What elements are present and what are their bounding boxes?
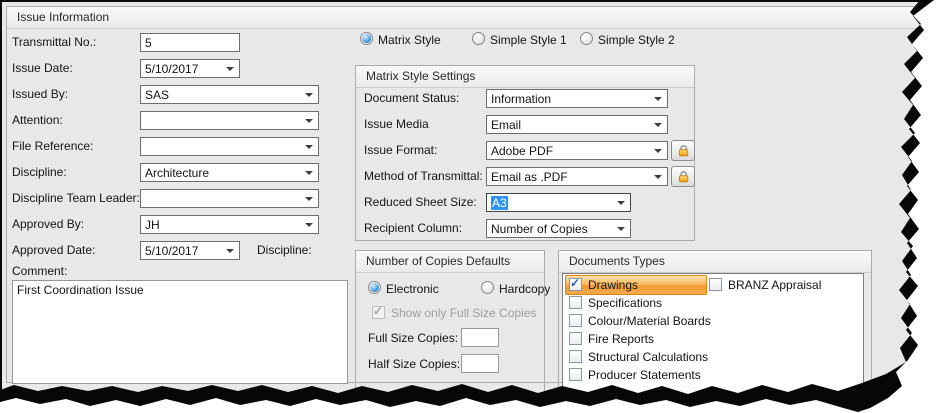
structural-calculations-label[interactable]: Structural Calculations <box>588 350 708 364</box>
comment-label: Comment: <box>12 264 68 278</box>
documents-types-header: Documents Types <box>559 251 871 273</box>
method-of-transmittal-lock-button[interactable] <box>671 166 695 187</box>
checkmark-icon: ✓ <box>373 304 384 318</box>
chevron-down-icon[interactable] <box>654 175 662 179</box>
colour-material-boards-label[interactable]: Colour/Material Boards <box>588 314 711 328</box>
chevron-down-icon[interactable] <box>305 119 313 123</box>
issue-date-dropdown[interactable]: 5/10/2017 <box>140 59 240 78</box>
branz-appraisal-checkbox[interactable] <box>709 278 722 291</box>
issue-information-screenshot: Issue Information Transmittal No.: 5 Iss… <box>0 0 950 413</box>
lock-icon <box>678 171 688 183</box>
lock-icon <box>678 145 688 157</box>
issue-media-label: Issue Media <box>364 117 429 131</box>
number-of-copies-defaults-header: Number of Copies Defaults <box>356 251 544 273</box>
comment-textarea[interactable]: First Coordination Issue <box>12 280 348 384</box>
chevron-down-icon[interactable] <box>305 223 313 227</box>
matrix-style-label: Matrix Style <box>378 33 441 47</box>
chevron-down-icon[interactable] <box>654 149 662 153</box>
chevron-down-icon[interactable] <box>305 171 313 175</box>
method-of-transmittal-dropdown[interactable]: Email as .PDF <box>486 167 668 186</box>
colour-material-boards-checkbox[interactable] <box>569 314 582 327</box>
approved-date-dropdown[interactable]: 5/10/2017 <box>140 241 240 260</box>
simple-style-1-radio[interactable] <box>472 32 485 45</box>
half-size-copies-input[interactable] <box>461 354 499 373</box>
producer-statements-label[interactable]: Producer Statements <box>588 368 701 382</box>
specifications-checkbox[interactable] <box>569 296 582 309</box>
chevron-down-icon[interactable] <box>305 93 313 97</box>
simple-style-2-radio[interactable] <box>580 32 593 45</box>
issue-format-dropdown[interactable]: Adobe PDF <box>486 141 668 160</box>
issue-format-label: Issue Format: <box>364 143 438 157</box>
chevron-down-icon[interactable] <box>617 201 625 205</box>
issued-by-dropdown[interactable]: SAS <box>140 85 319 104</box>
drawings-checkbox[interactable]: ✓ <box>569 276 582 291</box>
fire-reports-checkbox[interactable] <box>569 332 582 345</box>
approved-date-label: Approved Date: <box>12 243 96 257</box>
chevron-down-icon[interactable] <box>305 197 313 201</box>
discipline-side-label: Discipline: <box>257 243 312 257</box>
specifications-label[interactable]: Specifications <box>588 296 662 310</box>
chevron-down-icon[interactable] <box>654 97 662 101</box>
half-size-copies-label: Half Size Copies: <box>368 357 461 371</box>
discipline-team-leader-dropdown[interactable] <box>140 189 319 208</box>
issue-information-header: Issue Information <box>7 7 931 29</box>
hardcopy-radio[interactable] <box>481 281 494 294</box>
chevron-down-icon[interactable] <box>305 145 313 149</box>
chevron-down-icon[interactable] <box>226 249 234 253</box>
issue-date-label: Issue Date: <box>12 61 73 75</box>
issued-by-label: Issued By: <box>12 87 69 101</box>
electronic-label: Electronic <box>386 282 439 296</box>
simple-style-2-label: Simple Style 2 <box>598 33 675 47</box>
show-only-full-size-label: Show only Full Size Copies <box>391 306 537 320</box>
matrix-style-radio[interactable] <box>360 32 373 45</box>
page-title: Issue Information <box>17 10 110 24</box>
full-size-copies-label: Full Size Copies: <box>368 331 459 345</box>
file-reference-label: File Reference: <box>12 139 94 153</box>
drawings-label[interactable]: Drawings <box>588 278 638 292</box>
recipient-column-label: Recipient Column: <box>364 221 463 235</box>
discipline-label: Discipline: <box>12 165 67 179</box>
branz-appraisal-label[interactable]: BRANZ Appraisal <box>728 278 821 292</box>
chevron-down-icon[interactable] <box>226 67 234 71</box>
method-of-transmittal-label: Method of Transmittal: <box>364 169 483 183</box>
number-of-copies-defaults-group: Number of Copies Defaults <box>355 250 545 410</box>
issue-media-dropdown[interactable]: Email <box>486 115 668 134</box>
document-status-label: Document Status: <box>364 91 460 105</box>
file-reference-dropdown[interactable] <box>140 137 319 156</box>
structural-calculations-checkbox[interactable] <box>569 350 582 363</box>
reduced-sheet-size-dropdown[interactable]: A3 <box>486 193 631 212</box>
attention-label: Attention: <box>12 113 63 127</box>
hardcopy-label: Hardcopy <box>499 282 551 296</box>
chevron-down-icon[interactable] <box>654 123 662 127</box>
transmittal-no-input[interactable]: 5 <box>140 33 240 52</box>
electronic-radio[interactable] <box>368 281 381 294</box>
document-status-dropdown[interactable]: Information <box>486 89 668 108</box>
approved-by-dropdown[interactable]: JH <box>140 215 319 234</box>
fire-reports-label[interactable]: Fire Reports <box>588 332 654 346</box>
simple-style-1-label: Simple Style 1 <box>490 33 567 47</box>
matrix-style-settings-header: Matrix Style Settings <box>356 66 694 88</box>
approved-by-label: Approved By: <box>12 217 85 231</box>
producer-statements-checkbox[interactable] <box>569 368 582 381</box>
chevron-down-icon[interactable] <box>617 227 625 231</box>
discipline-dropdown[interactable]: Architecture <box>140 163 319 182</box>
recipient-column-dropdown[interactable]: Number of Copies <box>486 219 631 238</box>
show-only-full-size-checkbox[interactable]: ✓ <box>372 304 385 319</box>
attention-dropdown[interactable] <box>140 111 319 130</box>
full-size-copies-input[interactable] <box>461 328 499 347</box>
issue-information-panel: Issue Information Transmittal No.: 5 Iss… <box>0 0 950 413</box>
checkmark-icon: ✓ <box>570 276 581 290</box>
transmittal-no-label: Transmittal No.: <box>12 35 97 49</box>
reduced-sheet-size-label: Reduced Sheet Size: <box>364 195 477 209</box>
issue-format-lock-button[interactable] <box>671 140 695 161</box>
discipline-team-leader-label: Discipline Team Leader: <box>12 191 140 205</box>
